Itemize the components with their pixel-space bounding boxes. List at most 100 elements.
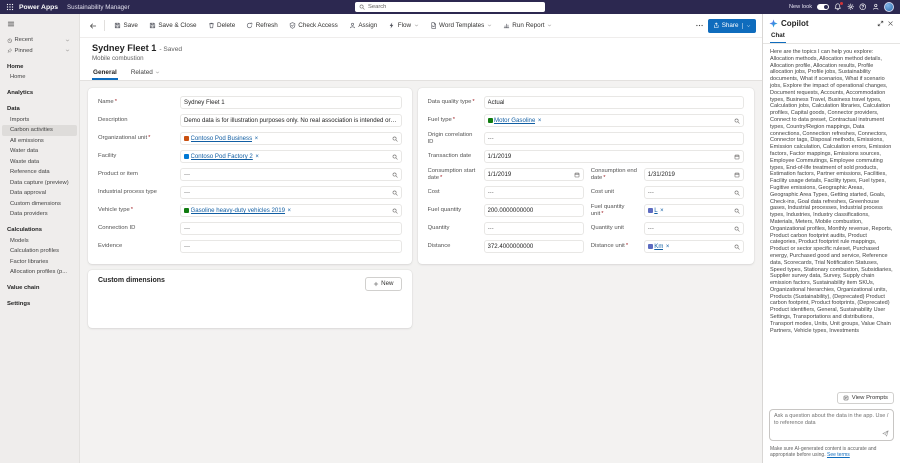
sidebar-group-data[interactable]: Data xyxy=(0,104,79,115)
command-delete[interactable]: Delete xyxy=(203,18,241,34)
tab-chat[interactable]: Chat xyxy=(770,31,786,43)
recent-chevron-icon[interactable] xyxy=(65,38,70,43)
command-refresh[interactable]: Refresh xyxy=(241,18,283,34)
calendar-icon[interactable] xyxy=(574,172,580,178)
field-fuel-type[interactable]: Motor Gasoline× xyxy=(484,114,744,127)
command-flow[interactable]: Flow xyxy=(383,18,423,34)
lookup-search-icon[interactable] xyxy=(392,154,398,160)
sidebar-item-custom-dimensions[interactable]: Custom dimensions xyxy=(2,199,77,210)
flow-caret-icon[interactable] xyxy=(414,23,419,28)
sidebar-item-factor-libraries[interactable]: Factor libraries xyxy=(2,257,77,268)
field-industrial-process-type[interactable]: --- xyxy=(180,186,402,199)
close-panel-icon[interactable] xyxy=(887,20,894,27)
run-report-caret-icon[interactable] xyxy=(547,23,552,28)
more-commands-icon[interactable] xyxy=(695,21,704,30)
lookup-search-icon[interactable] xyxy=(734,190,740,196)
lookup-chip-contoso-pod-factory-2[interactable]: Contoso Pod Factory 2× xyxy=(184,153,259,160)
lookup-chip-km[interactable]: Km× xyxy=(648,243,670,250)
copilot-chat-input[interactable]: Ask a question about the data in the app… xyxy=(769,409,894,441)
tab-general[interactable]: General xyxy=(92,69,118,80)
settings-gear-icon[interactable] xyxy=(847,3,855,11)
pinned-chevron-icon[interactable] xyxy=(65,48,70,53)
field-product-or-item[interactable]: --- xyxy=(180,168,402,181)
field-data-quality-type[interactable]: Actual xyxy=(484,96,744,109)
word-templates-caret-icon[interactable] xyxy=(487,23,492,28)
see-terms-link[interactable]: See terms xyxy=(827,452,850,458)
sidebar-group-settings[interactable]: Settings xyxy=(0,299,79,310)
new-look-toggle[interactable] xyxy=(817,4,829,10)
collapse-menu-icon[interactable] xyxy=(7,20,15,28)
lookup-search-icon[interactable] xyxy=(392,172,398,178)
field-cost[interactable]: --- xyxy=(484,186,584,199)
sidebar-item-allocation-profiles-p[interactable]: Allocation profiles (p... xyxy=(2,267,77,278)
field-quantity-unit[interactable]: --- xyxy=(644,222,744,235)
app-area-title[interactable]: Sustainability Manager xyxy=(67,4,130,11)
lookup-chip-gasoline-heavy-duty-vehicles-2019[interactable]: Gasoline heavy-duty vehicles 2019× xyxy=(184,207,291,214)
sidebar-item-imports[interactable]: Imports xyxy=(2,115,77,126)
sidebar-pinned[interactable]: Pinned xyxy=(2,46,77,57)
notifications-icon[interactable] xyxy=(834,3,842,11)
sidebar-item-data-providers[interactable]: Data providers xyxy=(2,209,77,220)
account-person-icon[interactable] xyxy=(872,3,880,11)
lookup-search-icon[interactable] xyxy=(734,208,740,214)
back-button[interactable] xyxy=(89,22,97,30)
sidebar-group-home[interactable]: Home xyxy=(0,61,79,72)
sidebar-item-waste-data[interactable]: Waste data xyxy=(2,157,77,168)
sidebar-item-data-capture-preview[interactable]: Data capture (preview) xyxy=(2,178,77,189)
sidebar-item-all-emissions[interactable]: All emissions xyxy=(2,136,77,147)
field-distance-unit[interactable]: Km× xyxy=(644,240,744,253)
lookup-chip-l[interactable]: L× xyxy=(648,207,664,214)
lookup-chip-contoso-pod-business[interactable]: Contoso Pod Business× xyxy=(184,135,258,142)
field-organizational-unit[interactable]: Contoso Pod Business× xyxy=(180,132,402,145)
field-connection-id[interactable]: --- xyxy=(180,222,402,235)
calendar-icon[interactable] xyxy=(734,172,740,178)
lookup-search-icon[interactable] xyxy=(734,118,740,124)
sidebar-group-value-chain[interactable]: Value chain xyxy=(0,283,79,294)
field-evidence[interactable]: --- xyxy=(180,240,402,253)
field-origin-correlation-id[interactable]: --- xyxy=(484,132,744,145)
sidebar-group-analytics[interactable]: Analytics xyxy=(0,88,79,99)
sidebar-item-models[interactable]: Models xyxy=(2,236,77,247)
field-fuel-quantity[interactable]: 200.0000000000 xyxy=(484,204,584,217)
view-prompts-button[interactable]: View Prompts xyxy=(837,392,894,404)
lookup-search-icon[interactable] xyxy=(734,226,740,232)
new-custom-dimension-button[interactable]: New xyxy=(365,277,402,291)
sidebar-item-reference-data[interactable]: Reference data xyxy=(2,167,77,178)
field-cost-unit[interactable]: --- xyxy=(644,186,744,199)
field-consumption-end-date[interactable]: 1/31/2019 xyxy=(644,168,744,181)
app-launcher-icon[interactable] xyxy=(6,3,14,11)
field-name[interactable]: Sydney Fleet 1 xyxy=(180,96,402,109)
field-quantity[interactable]: --- xyxy=(484,222,584,235)
remove-value-icon[interactable]: × xyxy=(255,154,259,160)
field-consumption-start-date[interactable]: 1/1/2019 xyxy=(484,168,584,181)
remove-value-icon[interactable]: × xyxy=(660,208,664,214)
remove-value-icon[interactable]: × xyxy=(288,208,292,214)
sidebar-group-calculations[interactable]: Calculations xyxy=(0,225,79,236)
lookup-search-icon[interactable] xyxy=(392,136,398,142)
share-button[interactable]: Share xyxy=(708,19,756,33)
field-vehicle-type[interactable]: Gasoline heavy-duty vehicles 2019× xyxy=(180,204,402,217)
command-word-templates[interactable]: Word Templates xyxy=(425,18,497,34)
sidebar-item-data-approval[interactable]: Data approval xyxy=(2,188,77,199)
tab-related[interactable]: Related xyxy=(130,69,161,80)
remove-value-icon[interactable]: × xyxy=(255,136,259,142)
remove-value-icon[interactable]: × xyxy=(666,244,670,250)
help-icon[interactable] xyxy=(859,3,867,11)
field-fuel-quantity-unit[interactable]: L× xyxy=(644,204,744,217)
global-search-input[interactable]: Search xyxy=(355,2,545,12)
remove-value-icon[interactable]: × xyxy=(538,118,542,124)
command-save-close[interactable]: Save & Close xyxy=(144,18,202,34)
field-distance[interactable]: 372.4000000000 xyxy=(484,240,584,253)
calendar-icon[interactable] xyxy=(734,154,740,160)
lookup-search-icon[interactable] xyxy=(734,244,740,250)
command-check-access[interactable]: Check Access xyxy=(284,18,343,34)
lookup-chip-motor-gasoline[interactable]: Motor Gasoline× xyxy=(488,117,542,124)
lookup-search-icon[interactable] xyxy=(392,208,398,214)
field-facility[interactable]: Contoso Pod Factory 2× xyxy=(180,150,402,163)
command-assign[interactable]: Assign xyxy=(344,18,382,34)
sidebar-item-water-data[interactable]: Water data xyxy=(2,146,77,157)
sidebar-item-home[interactable]: Home xyxy=(2,72,77,83)
app-name[interactable]: Power Apps xyxy=(19,4,58,11)
lookup-search-icon[interactable] xyxy=(392,190,398,196)
send-icon[interactable] xyxy=(882,430,889,437)
